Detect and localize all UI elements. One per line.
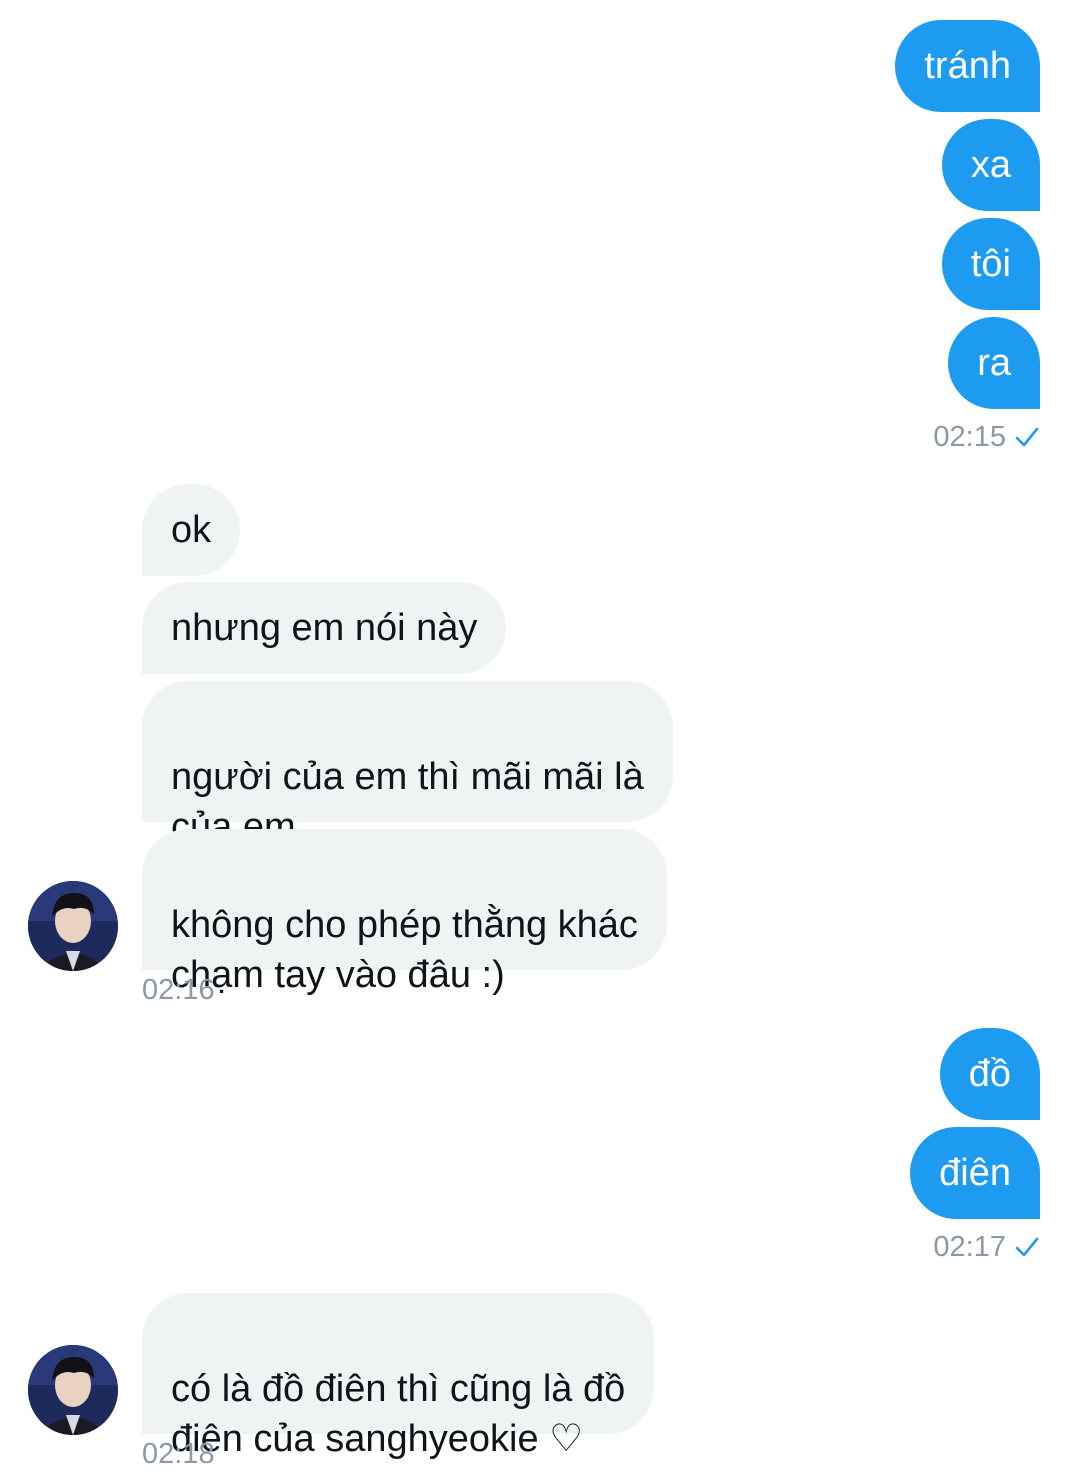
message-bubble-incoming[interactable]: không cho phép thằng khác chạm tay vào đ… (142, 829, 667, 996)
message-text: nhưng em nói này (171, 607, 478, 649)
check-icon (1014, 1235, 1040, 1259)
message-bubble-outgoing[interactable]: tôi (941, 218, 1040, 310)
message-meta: 02:17 (933, 1230, 1040, 1264)
message-bubble-outgoing[interactable]: đồ (939, 1028, 1040, 1120)
message-text: không cho phép thằng khác chạm tay vào đ… (171, 904, 638, 996)
message-text: ra (977, 342, 1011, 384)
avatar[interactable] (28, 1345, 118, 1435)
avatar-image (28, 1345, 118, 1435)
message-bubble-incoming[interactable]: ok (142, 484, 241, 576)
timestamp: 02:18 (142, 1438, 215, 1470)
message-text: đồ (968, 1053, 1011, 1095)
check-icon (1014, 425, 1040, 449)
timestamp: 02:15 (933, 421, 1006, 453)
timestamp: 02:17 (933, 1231, 1006, 1263)
message-bubble-outgoing[interactable]: xa (941, 119, 1040, 211)
avatar-image (28, 881, 118, 971)
message-bubble-incoming[interactable]: nhưng em nói này (142, 582, 507, 674)
message-text: ok (171, 509, 212, 551)
message-bubble-outgoing[interactable]: ra (948, 317, 1040, 409)
message-text: tôi (970, 243, 1011, 285)
message-bubble-outgoing[interactable]: điên (910, 1127, 1040, 1219)
message-text: có là đồ điên thì cũng là đồ điên của sa… (171, 1368, 626, 1460)
message-bubble-incoming[interactable]: người của em thì mãi mãi là của em (142, 681, 673, 848)
message-text: xa (970, 144, 1011, 186)
avatar[interactable] (28, 881, 118, 971)
timestamp: 02:16 (142, 974, 215, 1006)
message-meta: 02:15 (933, 420, 1040, 454)
message-text: điên (939, 1152, 1011, 1194)
message-text: tránh (924, 45, 1011, 87)
message-bubble-outgoing[interactable]: tránh (895, 20, 1040, 112)
message-bubble-incoming[interactable]: có là đồ điên thì cũng là đồ điên của sa… (142, 1293, 655, 1460)
